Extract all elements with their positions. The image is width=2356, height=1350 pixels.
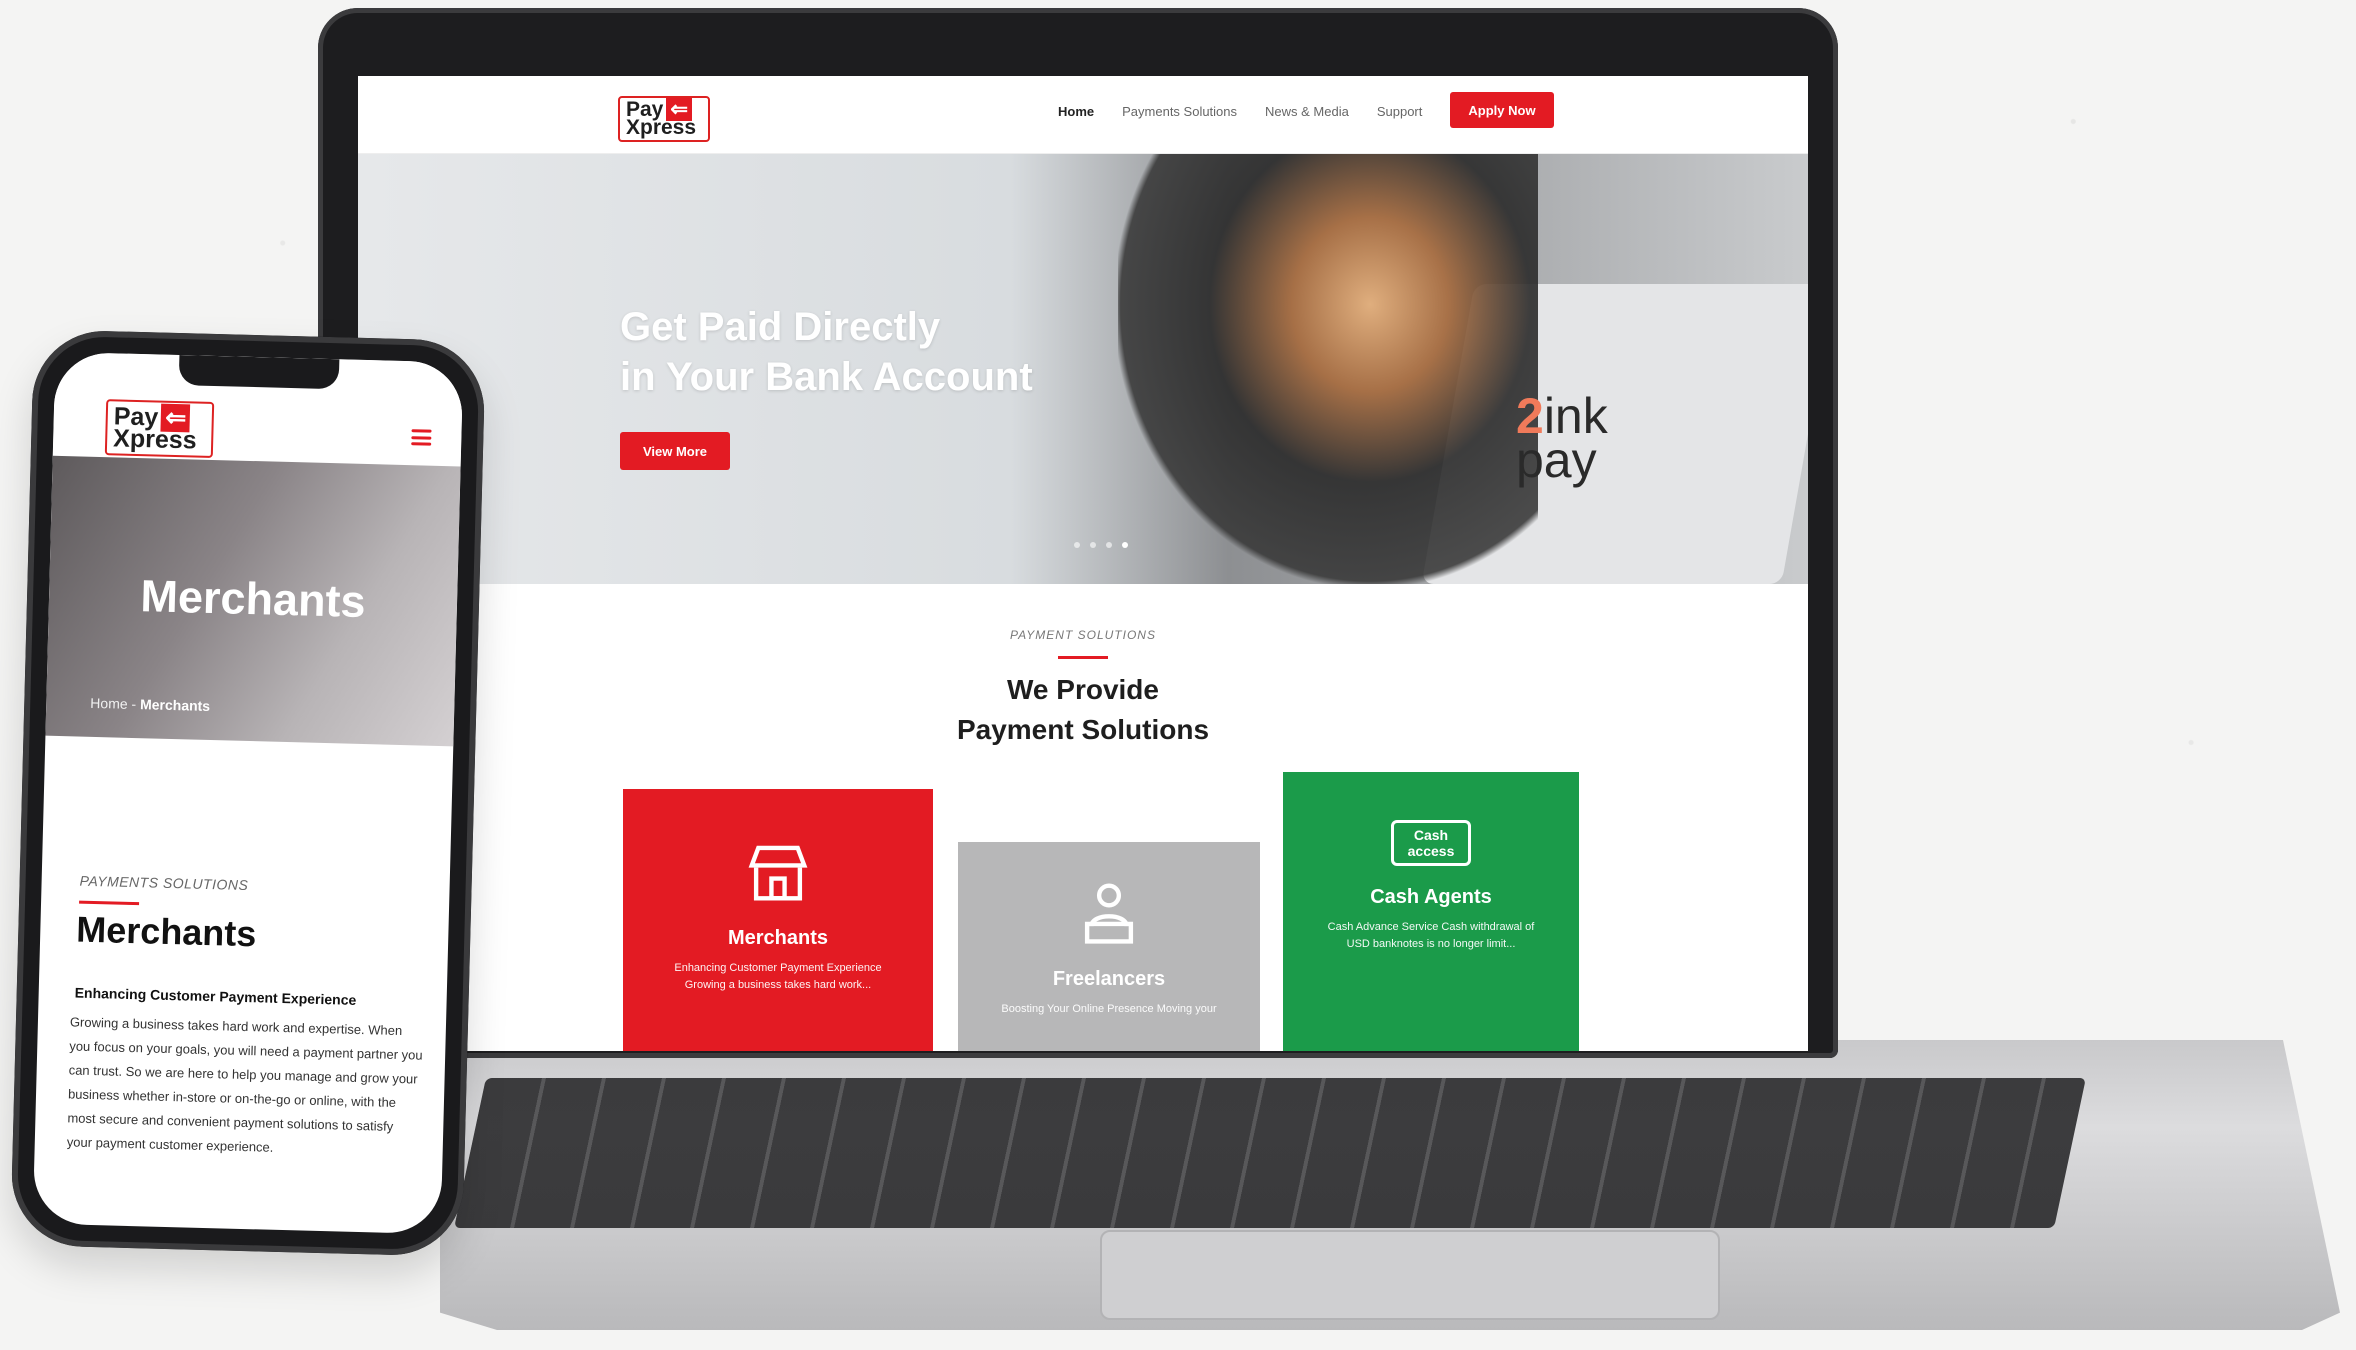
breadcrumb-home[interactable]: Home	[90, 695, 128, 712]
storefront-icon	[748, 845, 808, 901]
card-description: Cash Advance Service Cash withdrawal of …	[1327, 921, 1535, 950]
section-title: We Provide Payment Solutions	[956, 674, 1210, 745]
phone-screen: Pay ⇐ Xpress Merchants Home - Merchants P…	[32, 351, 464, 1235]
card-title: Merchants	[727, 927, 829, 949]
nav-support[interactable]: Support	[1377, 104, 1423, 119]
nav-links: Home Payments Solutions News & Media Sup…	[1058, 104, 1422, 119]
hero-banner: Get Paid Directly in Your Bank Account V…	[358, 154, 1808, 584]
card-merchants[interactable]: Merchants Enhancing Customer Payment Exp…	[623, 789, 933, 1051]
payxpress-logo[interactable]: Pay ⇐ Xpress	[104, 399, 215, 458]
nav-news-media[interactable]: News & Media	[1265, 104, 1349, 119]
cash-access-icon: Cash access	[1391, 820, 1471, 866]
carousel-dot[interactable]	[1106, 542, 1112, 548]
kicker-divider	[79, 900, 140, 906]
payxpress-logo[interactable]: Pay ⇐ Xpress	[618, 96, 710, 142]
banner-title: Merchants	[139, 570, 367, 628]
page-kicker: PAYMENTS SOLUTIONS	[79, 872, 249, 894]
nav-payment-solutions[interactable]: Payments Solutions	[1122, 104, 1237, 119]
section-kicker: PAYMENT SOLUTIONS	[1010, 628, 1156, 642]
laptop-trackpad	[1100, 1230, 1720, 1320]
section-divider	[1058, 656, 1108, 659]
card-title: Freelancers	[1052, 968, 1166, 990]
carousel-dot-active[interactable]	[1122, 542, 1128, 548]
view-more-button[interactable]: View More	[620, 432, 730, 470]
link2pay-logo: 2ink pay	[1516, 388, 1608, 488]
person-laptop-icon	[1084, 883, 1134, 944]
card-description: Enhancing Customer Payment Experience Gr…	[674, 962, 882, 991]
carousel-dot[interactable]	[1090, 542, 1096, 548]
phone-notch	[178, 355, 340, 390]
breadcrumb: Home - Merchants	[90, 694, 211, 714]
apply-now-button[interactable]: Apply Now	[1450, 92, 1554, 128]
card-title: Cash Agents	[1370, 886, 1492, 908]
page-body-text: Growing a business takes hard work and e…	[66, 1014, 423, 1155]
card-freelancers[interactable]: Freelancers Boosting Your Online Presenc…	[958, 842, 1260, 1051]
page-subheading: Enhancing Customer Payment Experience	[74, 984, 357, 1008]
card-cash-agents[interactable]: Cash access Cash Agents Cash Advance Ser…	[1283, 772, 1579, 1051]
hamburger-menu-icon[interactable]	[411, 429, 432, 446]
hero-title: Get Paid Directly in Your Bank Account	[620, 305, 1033, 399]
hero-photo	[1118, 154, 1538, 584]
phone-device: Pay ⇐ Xpress Merchants Home - Merchants P…	[10, 329, 486, 1257]
nav-home[interactable]: Home	[1058, 104, 1094, 119]
carousel-dot[interactable]	[1074, 542, 1080, 548]
laptop-keyboard	[454, 1078, 2086, 1228]
site-navbar: Pay ⇐ Xpress Home Payments Solutions News…	[358, 76, 1808, 154]
breadcrumb-current: Merchants	[139, 696, 211, 714]
page-heading: Merchants	[75, 908, 257, 955]
card-description: Boosting Your Online Presence Moving you…	[1001, 1003, 1217, 1015]
laptop-screen: Pay ⇐ Xpress Home Payments Solutions News…	[358, 76, 1808, 1051]
carousel-dots	[1074, 542, 1128, 548]
phone-page-banner: Merchants Home - Merchants	[45, 455, 461, 747]
